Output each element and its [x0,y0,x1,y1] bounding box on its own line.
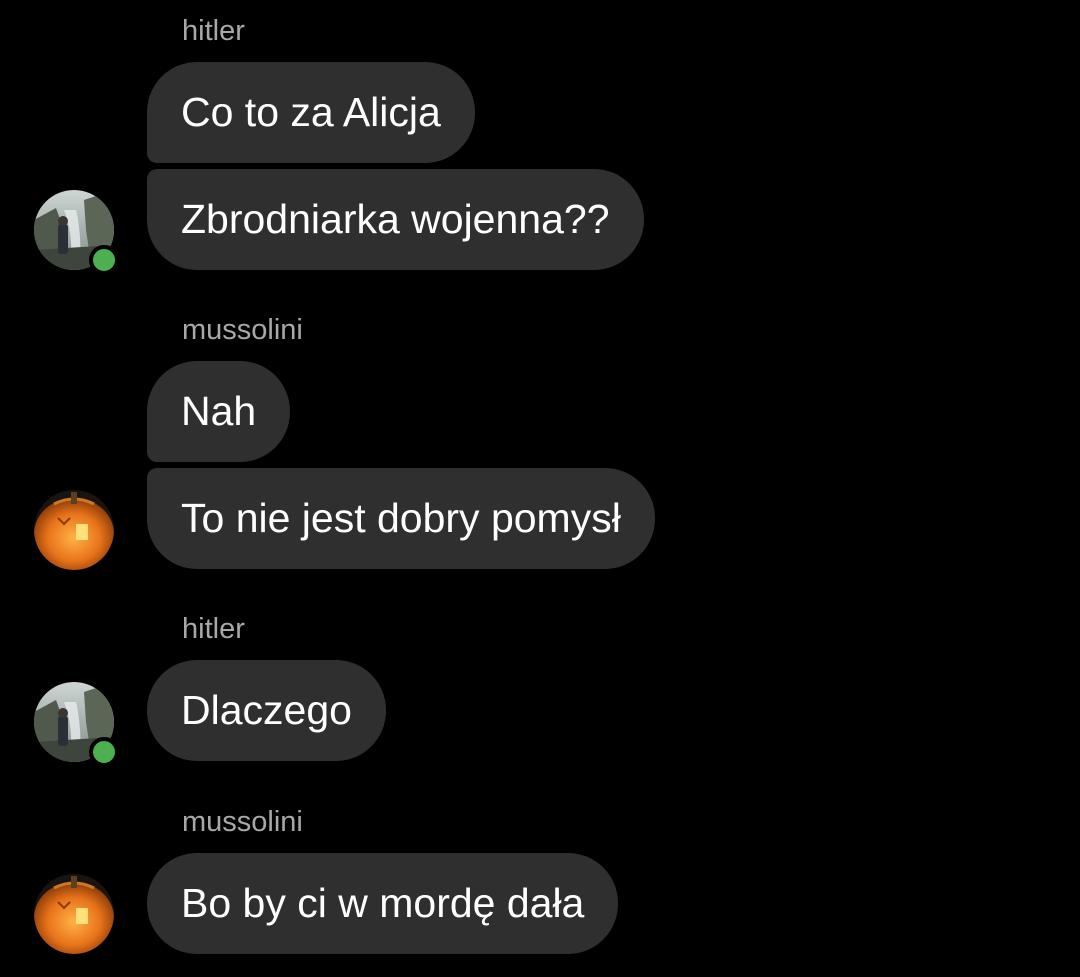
pumpkin-avatar-icon [34,874,114,954]
message-bubble[interactable]: Bo by ci w mordę dała [147,853,619,954]
avatar[interactable] [34,682,119,767]
message-bubble[interactable]: To nie jest dobry pomysł [147,468,655,569]
sender-name[interactable]: hitler [182,615,245,644]
avatar[interactable] [34,490,114,570]
sender-name[interactable]: mussolini [182,808,303,837]
sender-name[interactable]: hitler [182,17,245,46]
sender-name[interactable]: mussolini [182,316,303,345]
message-bubble[interactable]: Nah [147,361,291,462]
message-bubble[interactable]: Co to za Alicja [147,62,475,163]
online-indicator [89,737,119,767]
pumpkin-avatar-icon [34,490,114,570]
avatar[interactable] [34,190,119,275]
online-indicator [89,245,119,275]
message-bubble[interactable]: Dlaczego [147,660,386,761]
message-bubble[interactable]: Zbrodniarka wojenna?? [147,169,644,270]
avatar[interactable] [34,874,114,954]
